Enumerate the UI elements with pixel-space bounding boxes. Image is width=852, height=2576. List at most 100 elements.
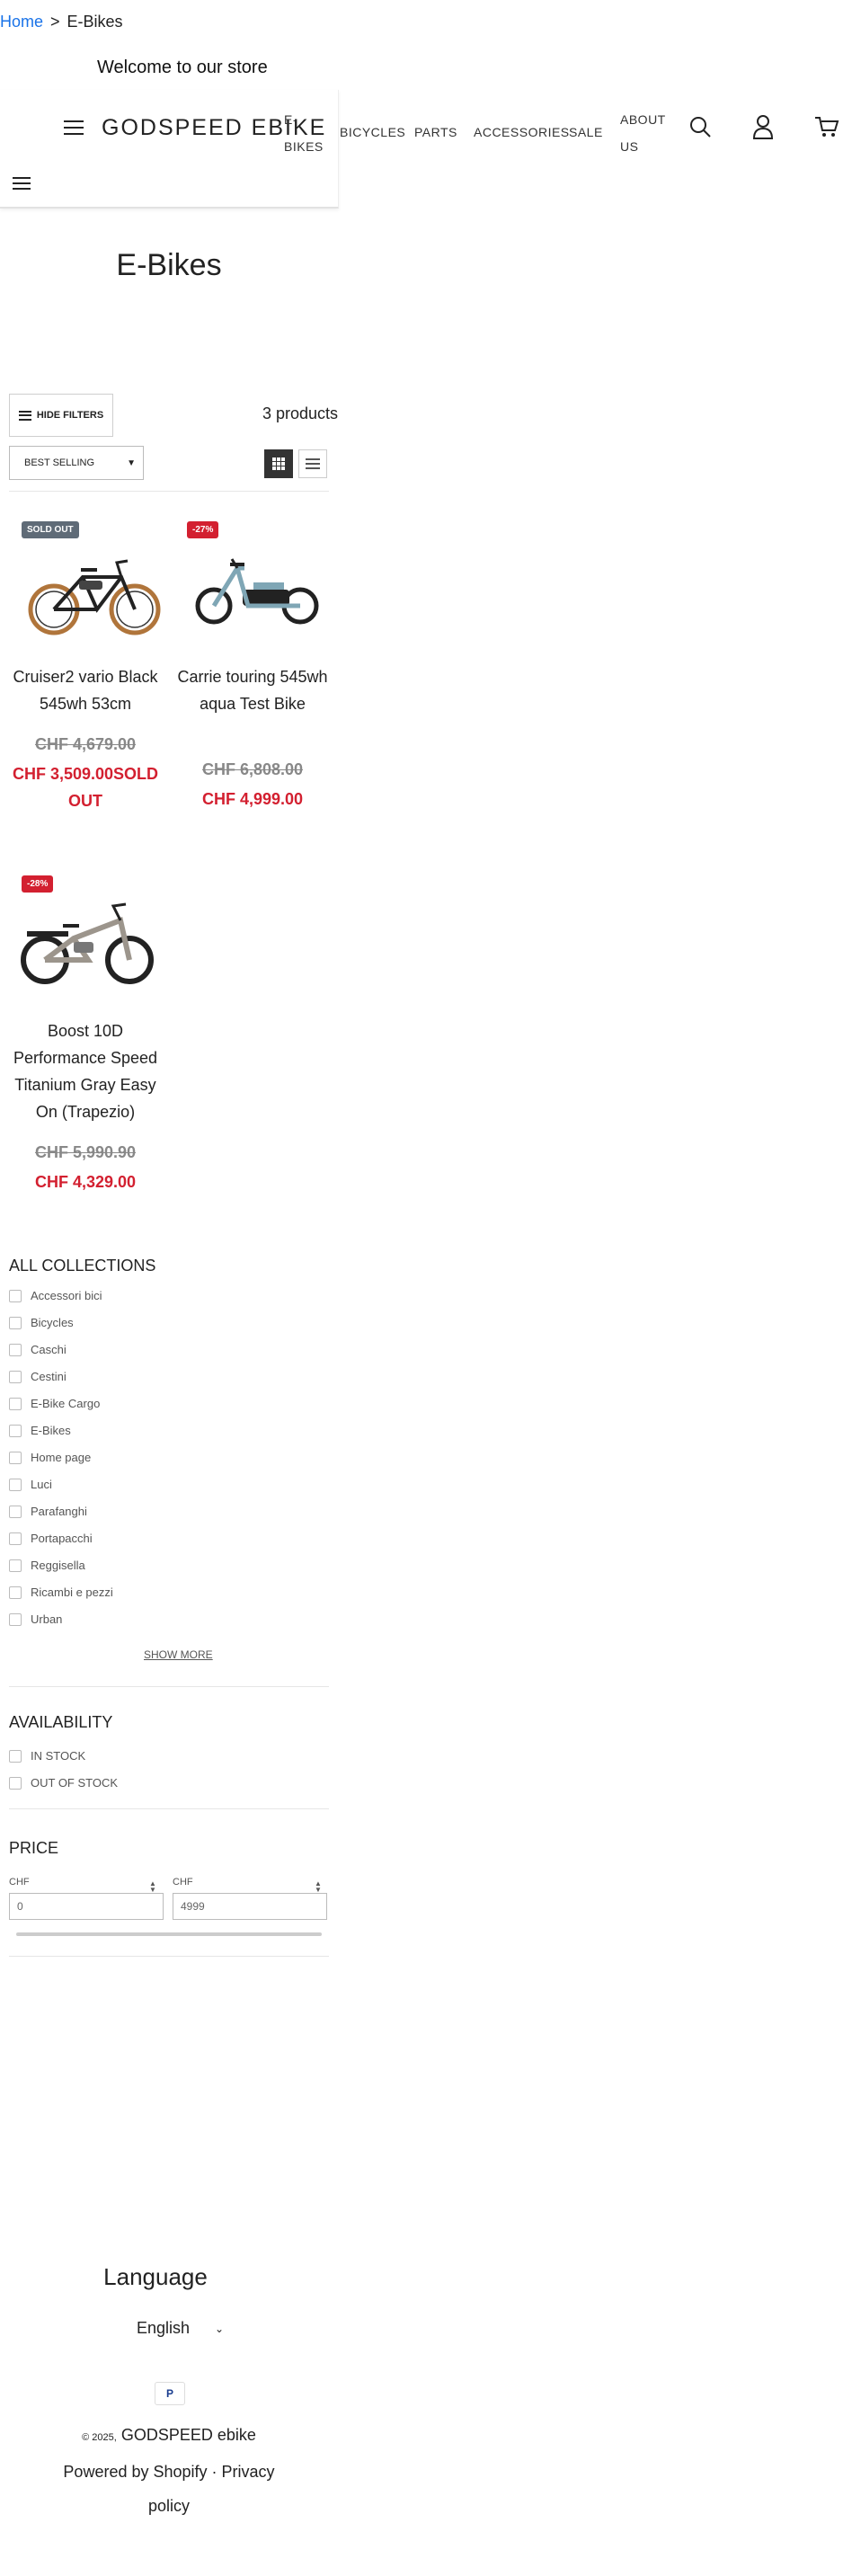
filter-option-collection[interactable]: E-Bike Cargo bbox=[9, 1397, 100, 1410]
list-view-button[interactable] bbox=[298, 449, 327, 478]
price-from-input[interactable]: 0 bbox=[9, 1893, 164, 1920]
sold-out-badge: SOLD OUT bbox=[22, 521, 79, 538]
language-select[interactable]: English ⌄ bbox=[137, 2319, 224, 2338]
divider bbox=[9, 1686, 329, 1687]
copyright-year: © 2025, bbox=[82, 2432, 117, 2443]
checkbox[interactable] bbox=[9, 1316, 22, 1329]
checkbox[interactable] bbox=[9, 1532, 22, 1545]
checkbox[interactable] bbox=[9, 1478, 22, 1491]
filter-heading-availability[interactable]: AVAILABILITY bbox=[9, 1713, 112, 1732]
cart-icon[interactable] bbox=[814, 115, 839, 138]
stepper-icon[interactable]: ▲ ▼ bbox=[315, 1880, 322, 1894]
filter-option-collection[interactable]: Urban bbox=[9, 1612, 62, 1626]
filter-option-collection[interactable]: Ricambi e pezzi bbox=[9, 1586, 113, 1599]
menu-icon[interactable] bbox=[64, 120, 84, 135]
nav-item-accessories[interactable]: ACCESSORIES bbox=[474, 119, 570, 146]
filter-option-collection[interactable]: Portapacchi bbox=[9, 1532, 93, 1545]
nav-item-ebikes[interactable]: E- BIKES bbox=[284, 106, 323, 160]
product-count: 3 products bbox=[262, 404, 338, 422]
product-sale-price: CHF 4,329.00 bbox=[34, 1173, 137, 1191]
filter-option-label: IN STOCK bbox=[31, 1749, 86, 1763]
language-selected-value: English bbox=[137, 2319, 191, 2337]
nav-item-sale[interactable]: SALE bbox=[569, 119, 603, 146]
price-to-input[interactable]: 4999 bbox=[173, 1893, 327, 1920]
sort-selected-value: BEST SELLING bbox=[24, 457, 95, 468]
filter-icon bbox=[18, 410, 31, 421]
filter-option-collection[interactable]: Reggisella bbox=[9, 1559, 85, 1572]
hide-filters-label: HIDE FILTERS bbox=[36, 410, 104, 421]
footer-store-link[interactable]: GODSPEED ebike bbox=[121, 2426, 256, 2444]
filter-option-collection[interactable]: Luci bbox=[9, 1478, 52, 1491]
chevron-down-icon: ⌄ bbox=[215, 2322, 225, 2335]
checkbox[interactable] bbox=[9, 1505, 22, 1518]
checkbox[interactable] bbox=[9, 1749, 22, 1763]
language-heading: Language bbox=[103, 2263, 208, 2290]
divider bbox=[9, 491, 329, 492]
filter-option-label: Bicycles bbox=[31, 1316, 74, 1329]
filter-option-label: Parafanghi bbox=[31, 1505, 87, 1518]
filter-option-collection[interactable]: Bicycles bbox=[9, 1316, 74, 1329]
list-icon bbox=[306, 458, 320, 469]
filter-option-label: Home page bbox=[31, 1451, 92, 1464]
nav-item-parts[interactable]: PARTS bbox=[414, 119, 457, 146]
filter-option-label: Reggisella bbox=[31, 1559, 85, 1572]
hide-filters-button[interactable]: HIDE FILTERS bbox=[9, 394, 113, 437]
filter-option-collection[interactable]: E-Bikes bbox=[9, 1424, 71, 1437]
paypal-icon: P bbox=[155, 2382, 185, 2405]
filter-option-collection[interactable]: Accessori bici bbox=[9, 1289, 102, 1302]
price-to-label: CHF bbox=[173, 1877, 193, 1888]
checkbox[interactable] bbox=[9, 1612, 22, 1626]
breadcrumb-separator: > bbox=[50, 13, 60, 31]
filter-option-label: Cestini bbox=[31, 1370, 67, 1383]
filter-option-label: Urban bbox=[31, 1612, 63, 1626]
filter-heading-collections[interactable]: ALL COLLECTIONS bbox=[9, 1257, 155, 1275]
checkbox[interactable] bbox=[9, 1289, 22, 1302]
bike-image bbox=[21, 902, 154, 984]
secondary-menu-icon[interactable] bbox=[13, 177, 31, 190]
filter-option-label: Luci bbox=[31, 1478, 52, 1491]
checkbox[interactable] bbox=[9, 1397, 22, 1410]
breadcrumb-current: E-Bikes bbox=[67, 13, 123, 31]
checkbox[interactable] bbox=[9, 1559, 22, 1572]
nav-item-bicycles[interactable]: BICYCLES bbox=[340, 119, 405, 146]
filter-option-label: OUT OF STOCK bbox=[31, 1776, 119, 1790]
checkbox[interactable] bbox=[9, 1424, 22, 1437]
chevron-down-icon: ▼ bbox=[127, 457, 136, 468]
filter-heading-price[interactable]: PRICE bbox=[9, 1839, 58, 1858]
grid-icon bbox=[272, 457, 285, 470]
footer-copyright: © 2025, GODSPEED ebike Powered by Shopif… bbox=[54, 2418, 284, 2523]
breadcrumb-home-link[interactable]: Home bbox=[0, 13, 43, 31]
filter-option-out-of-stock[interactable]: OUT OF STOCK bbox=[9, 1776, 118, 1790]
filter-option-label: Portapacchi bbox=[31, 1532, 93, 1545]
account-icon[interactable] bbox=[752, 114, 774, 139]
stepper-icon[interactable]: ▲ ▼ bbox=[149, 1880, 156, 1894]
filter-option-collection[interactable]: Home page bbox=[9, 1451, 91, 1464]
checkbox[interactable] bbox=[9, 1370, 22, 1383]
product-sale-price: CHF 4,999.00 bbox=[201, 790, 304, 808]
show-more-link[interactable]: SHOW MORE bbox=[144, 1648, 213, 1661]
product-name[interactable]: Boost 10D Performance Speed Titanium Gra… bbox=[9, 1017, 162, 1125]
filter-option-in-stock[interactable]: IN STOCK bbox=[9, 1749, 85, 1763]
checkbox[interactable] bbox=[9, 1586, 22, 1599]
sort-select[interactable]: BEST SELLING ▼ bbox=[9, 446, 144, 480]
filter-option-collection[interactable]: Cestini bbox=[9, 1370, 67, 1383]
filter-option-collection[interactable]: Caschi bbox=[9, 1343, 67, 1356]
checkbox[interactable] bbox=[9, 1343, 22, 1356]
nav-item-about-us[interactable]: ABOUT US bbox=[620, 106, 665, 160]
filter-option-collection[interactable]: Parafanghi bbox=[9, 1505, 87, 1518]
discount-badge: -28% bbox=[22, 875, 54, 893]
product-sale-price: CHF 3,509.00SOLD OUT bbox=[12, 765, 159, 810]
divider bbox=[9, 1808, 329, 1809]
product-old-price: CHF 5,990.90 bbox=[34, 1143, 137, 1161]
filter-option-label: Caschi bbox=[31, 1343, 67, 1356]
checkbox[interactable] bbox=[9, 1451, 22, 1464]
checkbox[interactable] bbox=[9, 1776, 22, 1790]
price-range-slider[interactable] bbox=[16, 1932, 322, 1936]
search-icon[interactable] bbox=[688, 115, 712, 138]
filter-option-label: E-Bikes bbox=[31, 1424, 71, 1437]
grid-view-button[interactable] bbox=[264, 449, 293, 478]
powered-by-shopify-link[interactable]: Powered by Shopify bbox=[63, 2463, 207, 2481]
filter-option-label: Accessori bici bbox=[31, 1289, 102, 1302]
product-name[interactable]: Cruiser2 vario Black 545wh 53cm bbox=[9, 663, 162, 717]
product-name[interactable]: Carrie touring 545wh aqua Test Bike bbox=[176, 663, 329, 717]
